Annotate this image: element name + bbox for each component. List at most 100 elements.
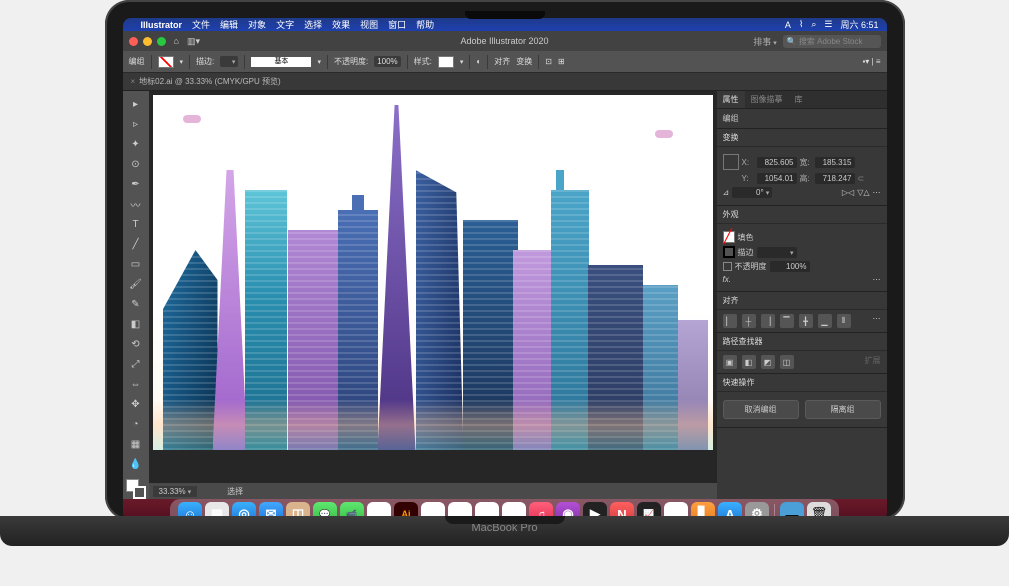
transform-label[interactable]: 变换 xyxy=(516,56,532,67)
reference-point-icon[interactable] xyxy=(723,154,739,170)
stroke-weight-panel-field[interactable] xyxy=(757,247,797,258)
tab-tracing[interactable]: 图像描摹 xyxy=(745,91,789,108)
menu-edit[interactable]: 编辑 xyxy=(220,18,238,31)
menu-view[interactable]: 视图 xyxy=(360,18,378,31)
y-field[interactable]: 1054.01 xyxy=(757,173,797,184)
rectangle-tool[interactable]: ▭ xyxy=(126,255,146,273)
gradient-tool[interactable]: ▦ xyxy=(126,435,146,453)
control-center-icon[interactable]: ☰ xyxy=(824,19,832,30)
isolate-icon[interactable]: ⊡ xyxy=(545,57,552,66)
curvature-tool[interactable]: 〰 xyxy=(126,195,146,213)
tab-filename: 地标02.ai @ 33.33% (CMYK/GPU 预览) xyxy=(139,76,281,87)
pen-tool[interactable]: ✒ xyxy=(126,175,146,193)
menu-object[interactable]: 对象 xyxy=(248,18,266,31)
free-transform-tool[interactable]: ✥ xyxy=(126,395,146,413)
home-icon[interactable]: ⌂ xyxy=(174,36,179,46)
stroke-color-swatch[interactable] xyxy=(723,246,735,258)
link-proportions-icon[interactable]: ⊂ xyxy=(858,174,865,183)
window-maximize-button[interactable] xyxy=(157,37,166,46)
isolate-icon[interactable]: ⊞ xyxy=(558,57,565,66)
line-tool[interactable]: ╱ xyxy=(126,235,146,253)
chevron-down-icon[interactable]: ▾ xyxy=(317,58,321,66)
align-top-icon[interactable]: ▔ xyxy=(780,314,794,328)
height-field[interactable]: 718.247 xyxy=(815,173,855,184)
fill-swatch[interactable] xyxy=(158,56,174,68)
flip-h-icon[interactable]: ▷◁ xyxy=(842,188,854,197)
minus-front-icon[interactable]: ◧ xyxy=(742,355,756,369)
window-close-button[interactable] xyxy=(129,37,138,46)
shape-builder-tool[interactable]: ◔ xyxy=(126,415,146,433)
menu-file[interactable]: 文件 xyxy=(192,18,210,31)
menu-type[interactable]: 文字 xyxy=(276,18,294,31)
tab-properties[interactable]: 属性 xyxy=(717,91,745,108)
exclude-icon[interactable]: ◫ xyxy=(780,355,794,369)
input-icon[interactable]: A xyxy=(785,20,791,30)
app-name[interactable]: Illustrator xyxy=(141,20,183,30)
distribute-icon[interactable]: ⫴ xyxy=(837,314,851,328)
fx-label[interactable]: fx. xyxy=(723,275,731,284)
chevron-down-icon[interactable]: ▾ xyxy=(460,58,464,66)
align-label[interactable]: 对齐 xyxy=(494,56,510,67)
ungroup-button[interactable]: 取消编组 xyxy=(723,400,799,419)
shaper-tool[interactable]: ✎ xyxy=(126,295,146,313)
opacity-field[interactable]: 100% xyxy=(374,56,400,67)
align-left-icon[interactable]: ▏ xyxy=(723,314,737,328)
align-right-icon[interactable]: ▕ xyxy=(761,314,775,328)
align-bottom-icon[interactable]: ▁ xyxy=(818,314,832,328)
rotate-tool[interactable]: ⟲ xyxy=(126,335,146,353)
intersect-icon[interactable]: ◩ xyxy=(761,355,775,369)
eyedropper-tool[interactable]: 💧 xyxy=(126,455,146,473)
flip-v-icon[interactable]: ▽△ xyxy=(857,188,869,197)
selection-tool[interactable]: ▸ xyxy=(126,95,146,113)
opacity-panel-field[interactable]: 100% xyxy=(770,261,810,272)
share-dropdown[interactable]: 排事 xyxy=(753,35,777,48)
width-field[interactable]: 185.315 xyxy=(815,157,855,168)
zoom-field[interactable]: 33.33% xyxy=(153,486,198,497)
more-options-icon[interactable]: ⋯ xyxy=(873,188,881,197)
tab-close-icon[interactable]: × xyxy=(131,77,136,86)
more-options-icon[interactable]: ⋯ xyxy=(873,275,881,284)
type-tool[interactable]: T xyxy=(126,215,146,233)
menu-select[interactable]: 选择 xyxy=(304,18,322,31)
chevron-down-icon[interactable]: ▾ xyxy=(180,58,184,66)
more-options-icon[interactable]: ⋯ xyxy=(873,314,881,328)
magic-wand-tool[interactable]: ✦ xyxy=(126,135,146,153)
artboard[interactable] xyxy=(153,95,713,450)
menu-help[interactable]: 帮助 xyxy=(416,18,434,31)
opacity-checkbox[interactable] xyxy=(723,262,732,271)
panel-menu-icon[interactable]: ▪▾ | ≡ xyxy=(862,57,880,66)
direct-selection-tool[interactable]: ▹ xyxy=(126,115,146,133)
brush-tool[interactable]: 🖌 xyxy=(126,275,146,293)
stroke-weight-field[interactable] xyxy=(220,56,238,67)
align-vcenter-icon[interactable]: ╋ xyxy=(799,314,813,328)
eraser-tool[interactable]: ◧ xyxy=(126,315,146,333)
document-tab[interactable]: × 地标02.ai @ 33.33% (CMYK/GPU 预览) xyxy=(123,76,289,87)
align-hcenter-icon[interactable]: ┼ xyxy=(742,314,756,328)
isolate-group-button[interactable]: 隔离组 xyxy=(805,400,881,419)
wifi-icon[interactable]: ⌇ xyxy=(799,19,803,30)
clock[interactable]: 周六 6:51 xyxy=(840,18,878,31)
window-minimize-button[interactable] xyxy=(143,37,152,46)
search-icon[interactable]: ⌕ xyxy=(811,19,816,30)
canvas[interactable] xyxy=(149,91,717,483)
menu-effect[interactable]: 效果 xyxy=(332,18,350,31)
opacity-panel-label: 不透明度 xyxy=(735,261,767,272)
x-field[interactable]: 825.605 xyxy=(757,157,797,168)
menu-window[interactable]: 窗口 xyxy=(388,18,406,31)
expand-label[interactable]: 扩展 xyxy=(865,355,881,369)
align-section: 对齐 xyxy=(717,292,887,310)
fill-stroke-swatches[interactable] xyxy=(126,479,146,499)
unite-icon[interactable]: ▣ xyxy=(723,355,737,369)
lasso-tool[interactable]: ⊙ xyxy=(126,155,146,173)
style-swatch[interactable] xyxy=(438,56,454,68)
scale-tool[interactable]: ⤢ xyxy=(126,355,146,373)
recolor-icon[interactable]: ◐ xyxy=(476,57,481,66)
tab-libraries[interactable]: 库 xyxy=(789,91,809,108)
fill-color-swatch[interactable]: ╱ xyxy=(723,231,735,243)
adobe-stock-search[interactable]: 🔍 搜索 Adobe Stock xyxy=(783,35,881,48)
appearance-section: 外观 xyxy=(717,206,887,224)
width-tool[interactable]: ⇔ xyxy=(126,375,146,393)
angle-field[interactable]: 0° xyxy=(732,187,772,198)
layout-icon[interactable]: ▥▾ xyxy=(187,36,200,47)
brush-definition[interactable]: 基本 xyxy=(251,57,311,67)
